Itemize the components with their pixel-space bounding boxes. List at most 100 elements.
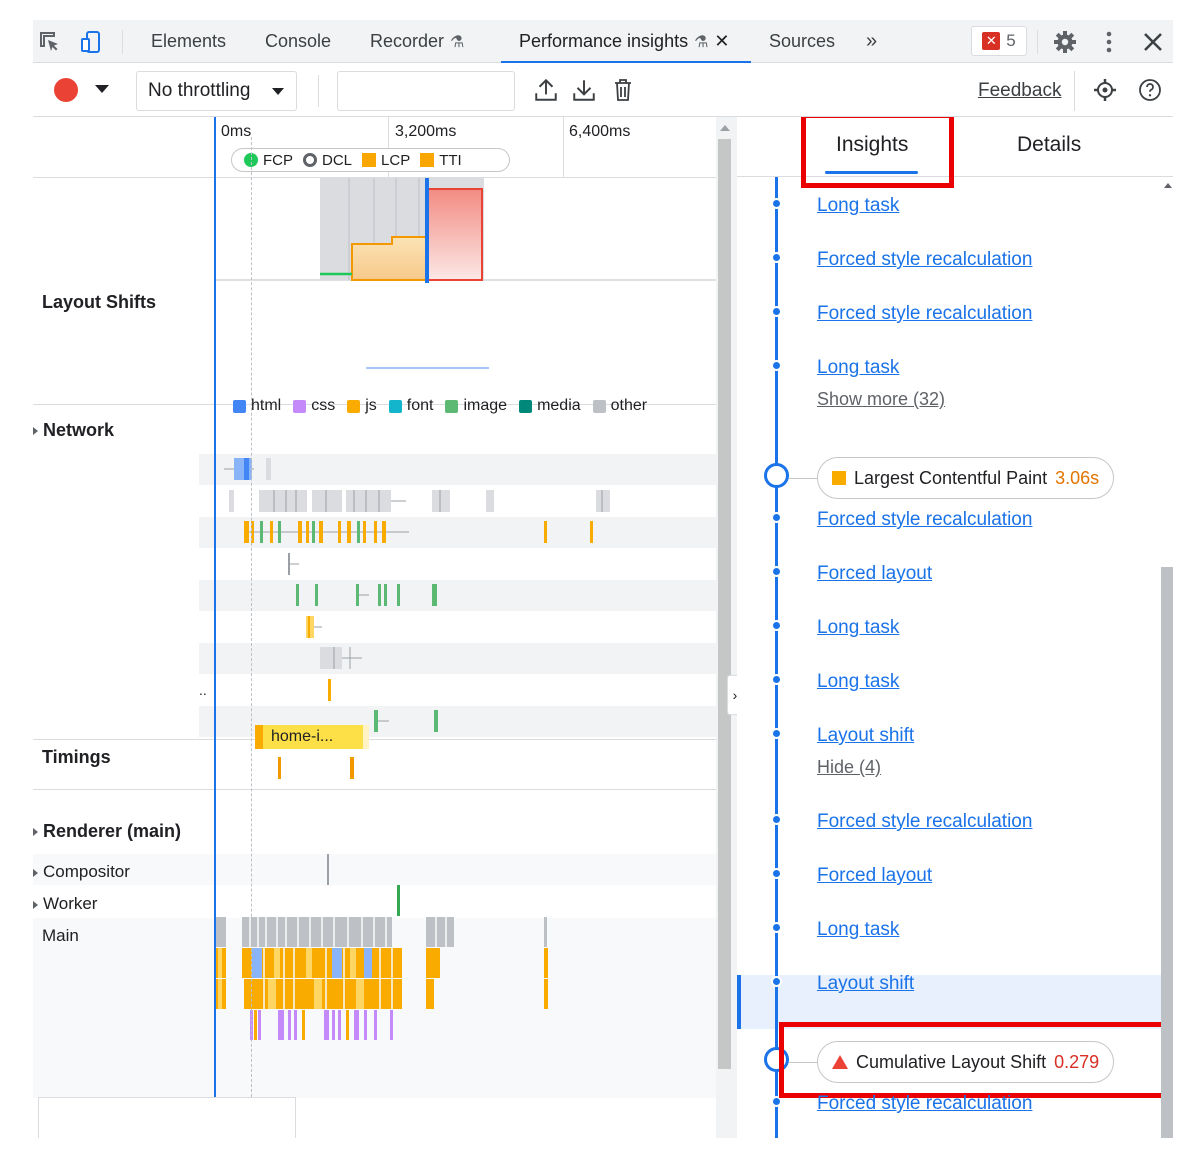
recording-select[interactable] <box>337 71 515 111</box>
upload-icon[interactable] <box>532 76 560 104</box>
show-more-link[interactable]: Show more (32) <box>817 389 945 410</box>
track-label-worker[interactable]: Worker <box>33 894 97 914</box>
insight-link-layout-shift[interactable]: Layout shift <box>817 725 914 747</box>
delete-trash-icon[interactable] <box>609 76 637 104</box>
record-button[interactable] <box>54 78 78 102</box>
tab-details[interactable]: Details <box>1017 133 1081 157</box>
timeline-dot <box>771 306 782 317</box>
help-icon[interactable] <box>1136 76 1164 104</box>
expand-triangle-icon[interactable] <box>33 900 38 909</box>
insight-link-forced-layout[interactable]: Forced layout <box>817 865 932 887</box>
insight-link-long-task[interactable]: Long task <box>817 357 899 379</box>
record-options-chevron-down-icon[interactable] <box>95 85 109 93</box>
layout-shifts-chart[interactable] <box>214 178 716 388</box>
tab-recorder[interactable]: Recorder ⚗ <box>370 20 464 63</box>
separator <box>318 75 319 107</box>
timeline-dot <box>771 512 782 523</box>
track-label-renderer[interactable]: Renderer (main) <box>33 821 181 842</box>
error-count-badge[interactable]: ✕ 5 <box>971 26 1027 56</box>
more-options-icon[interactable] <box>1095 28 1123 56</box>
insight-link-forced-style[interactable]: Forced style recalculation <box>817 249 1032 271</box>
track-label-text: Renderer (main) <box>43 821 182 841</box>
experiment-flask-icon: ⚗ <box>450 34 465 51</box>
other-swatch-icon <box>592 399 606 413</box>
legend-dcl: DCL <box>303 152 352 169</box>
details-popover <box>38 1097 296 1138</box>
expand-triangle-icon[interactable] <box>33 828 38 837</box>
tab-console[interactable]: Console <box>265 20 331 63</box>
track-label-compositor[interactable]: Compositor <box>33 862 130 882</box>
expand-triangle-icon[interactable] <box>33 427 38 436</box>
scrollbar-thumb[interactable] <box>1161 567 1173 1138</box>
insight-link-long-task[interactable]: Long task <box>817 195 899 217</box>
tti-square-icon <box>420 153 435 167</box>
worker-task[interactable] <box>397 885 400 916</box>
insights-scrollbar[interactable] <box>1161 177 1173 1138</box>
metric-value: 3.06s <box>1055 468 1100 488</box>
insight-link-forced-style[interactable]: Forced style recalculation <box>817 1093 1032 1115</box>
legend-label: FCP <box>263 151 293 169</box>
compositor-row[interactable] <box>33 854 716 885</box>
throttling-select[interactable]: No throttling <box>136 71 297 111</box>
timeline-cursor-line[interactable] <box>214 117 216 1097</box>
track-label-network[interactable]: Network <box>33 420 114 441</box>
timeline-dot <box>771 922 782 933</box>
tab-elements[interactable]: Elements <box>151 20 226 63</box>
settings-gear-icon[interactable] <box>1051 28 1079 56</box>
close-tab-icon[interactable]: ✕ <box>714 20 729 63</box>
css-swatch-icon <box>293 399 307 413</box>
insight-link-forced-style[interactable]: Forced style recalculation <box>817 811 1032 833</box>
insight-link-layout-shift[interactable]: Layout shift <box>817 973 914 995</box>
timing-chip-home[interactable]: home-i... <box>263 725 363 749</box>
timing-marker <box>363 725 369 749</box>
track-label-main: Main <box>42 926 79 945</box>
legend-label: TTI <box>439 151 462 169</box>
timeline-scrollbar[interactable] <box>716 117 733 1138</box>
track-label-layout-shifts: Layout Shifts <box>42 292 157 312</box>
insight-link-long-task[interactable]: Long task <box>817 617 899 639</box>
tab-performance-insights[interactable]: Performance insights ⚗ ✕ <box>501 20 751 63</box>
ruler-tick-label: 3,200ms <box>395 123 457 140</box>
lcp-metric-pill[interactable]: Largest Contentful Paint 3.06s <box>817 457 1115 499</box>
device-toolbar-icon[interactable] <box>77 28 105 56</box>
insights-pane: Insights Details Long task Forced style … <box>737 117 1173 1138</box>
scroll-up-icon[interactable] <box>1164 183 1172 188</box>
expand-triangle-icon[interactable] <box>33 868 38 877</box>
download-icon[interactable] <box>570 76 598 104</box>
more-tabs-icon[interactable]: » <box>866 20 877 63</box>
timeline-pane[interactable]: 0ms 3,200ms 6,400ms FCP DCL LCP TTI Layo… <box>33 117 733 1138</box>
timing-marker[interactable] <box>278 757 281 779</box>
dcl-ring-icon <box>303 153 317 167</box>
legend-tti: TTI <box>420 152 462 169</box>
tab-sources[interactable]: Sources <box>769 20 835 63</box>
separator <box>1074 71 1075 111</box>
selected-insight-indicator <box>737 975 741 1029</box>
main-thread-flamechart[interactable] <box>214 917 716 1047</box>
dcl-marker-line <box>251 137 252 1097</box>
inspect-element-icon[interactable] <box>36 28 64 56</box>
tab-label: Console <box>265 31 332 51</box>
close-devtools-icon[interactable] <box>1139 28 1167 56</box>
timeline-dot <box>771 868 782 879</box>
hide-link[interactable]: Hide (4) <box>817 757 881 778</box>
timeline-dot <box>771 728 782 739</box>
timing-marker[interactable] <box>255 725 263 749</box>
insight-link-long-task[interactable]: Long task <box>817 919 899 941</box>
metric-connector <box>789 478 817 479</box>
scrollbar-thumb[interactable] <box>718 139 731 1069</box>
scroll-up-icon[interactable] <box>720 125 730 131</box>
feedback-link[interactable]: Feedback <box>978 80 1061 102</box>
chevron-down-icon <box>272 88 284 95</box>
insight-link-long-task[interactable]: Long task <box>817 671 899 693</box>
timing-marker[interactable] <box>350 757 354 779</box>
compositor-task[interactable] <box>327 854 329 885</box>
panel-settings-gear-icon[interactable] <box>1091 76 1119 104</box>
network-requests-chart[interactable] <box>214 454 716 744</box>
insight-link-forced-style[interactable]: Forced style recalculation <box>817 509 1032 531</box>
insight-link-forced-style[interactable]: Forced style recalculation <box>817 303 1032 325</box>
legend-lcp: LCP <box>362 152 410 169</box>
network-legend: html css js font image media other <box>233 397 647 415</box>
timeline-dot <box>771 976 782 987</box>
lcp-square-icon <box>362 153 377 167</box>
insight-link-forced-layout[interactable]: Forced layout <box>817 563 932 585</box>
